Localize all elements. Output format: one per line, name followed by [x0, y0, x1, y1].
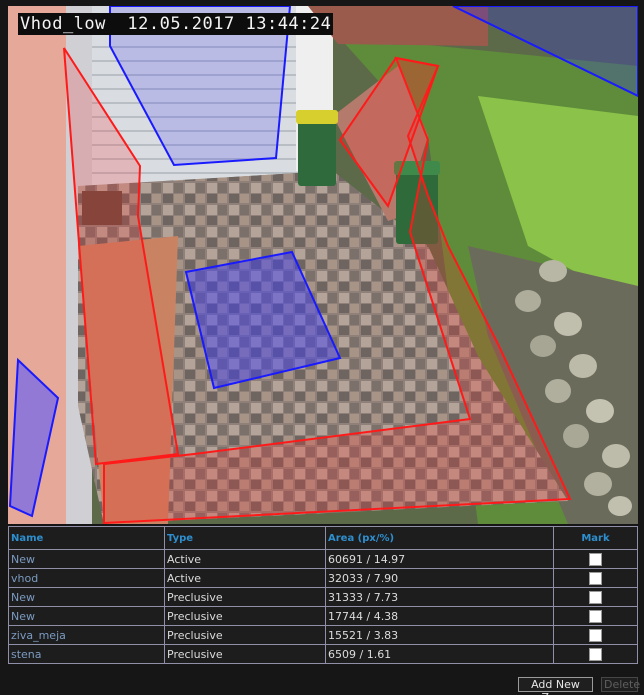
zone-name[interactable]: New: [8, 549, 165, 569]
zone-mark-cell: [553, 568, 638, 588]
zone-name[interactable]: stena: [8, 644, 165, 664]
zone-type: Preclusive: [164, 644, 326, 664]
add-new-zone-button[interactable]: Add New Zone: [518, 677, 593, 695]
column-header-area: Area (px/%): [325, 526, 554, 550]
zone-area: 17744 / 4.38: [325, 606, 554, 626]
table-row[interactable]: New Preclusive 17744 / 4.38: [8, 606, 638, 626]
table-row[interactable]: ziva_meja Preclusive 15521 / 3.83: [8, 625, 638, 645]
mark-checkbox[interactable]: [589, 647, 602, 661]
zone-area: 15521 / 3.83: [325, 625, 554, 645]
zone-mark-cell: [553, 587, 638, 607]
column-header-type: Type: [164, 526, 326, 550]
mark-checkbox[interactable]: [589, 552, 602, 566]
zone-type: Active: [164, 549, 326, 569]
camera-timestamp-overlay: Vhod_low 12.05.2017 13:44:24: [18, 13, 334, 35]
zone-name[interactable]: vhod: [8, 568, 165, 588]
zone-editor-page: Vhod_low 12.05.2017 13:44:24 Name Type A…: [0, 0, 644, 695]
mark-checkbox[interactable]: [589, 590, 602, 604]
camera-date: 12.05.2017: [127, 14, 235, 34]
column-header-name: Name: [8, 526, 165, 550]
table-row[interactable]: stena Preclusive 6509 / 1.61: [8, 644, 638, 664]
table-row[interactable]: New Active 60691 / 14.97: [8, 549, 638, 569]
delete-button[interactable]: Delete: [601, 677, 640, 692]
yellow-bin: [296, 110, 338, 186]
mark-checkbox[interactable]: [589, 571, 602, 585]
zone-type: Preclusive: [164, 625, 326, 645]
zone-name[interactable]: ziva_meja: [8, 625, 165, 645]
zone-area: 31333 / 7.73: [325, 587, 554, 607]
zone-mark-cell: [553, 606, 638, 626]
zone-area: 32033 / 7.90: [325, 568, 554, 588]
zone-area: 6509 / 1.61: [325, 644, 554, 664]
zone-type: Preclusive: [164, 606, 326, 626]
camera-time: 13:44:24: [245, 14, 332, 34]
column-header-mark: Mark: [553, 526, 638, 550]
zone-mark-cell: [553, 549, 638, 569]
zone-area: 60691 / 14.97: [325, 549, 554, 569]
table-row[interactable]: vhod Active 32033 / 7.90: [8, 568, 638, 588]
zone-name[interactable]: New: [8, 587, 165, 607]
zone-type: Active: [164, 568, 326, 588]
zones-table-header: Name Type Area (px/%) Mark: [8, 526, 638, 550]
mark-checkbox[interactable]: [589, 628, 602, 642]
table-row[interactable]: New Preclusive 31333 / 7.73: [8, 587, 638, 607]
mark-checkbox[interactable]: [589, 609, 602, 623]
zone-mark-cell: [553, 625, 638, 645]
camera-name: Vhod_low: [20, 14, 106, 34]
camera-view[interactable]: Vhod_low 12.05.2017 13:44:24: [8, 6, 638, 524]
zones-table: Name Type Area (px/%) Mark New Active 60…: [8, 526, 638, 664]
camera-scene[interactable]: [8, 6, 638, 524]
zone-mark-cell: [553, 644, 638, 664]
roof: [308, 6, 488, 46]
zone-type: Preclusive: [164, 587, 326, 607]
zone-name[interactable]: New: [8, 606, 165, 626]
